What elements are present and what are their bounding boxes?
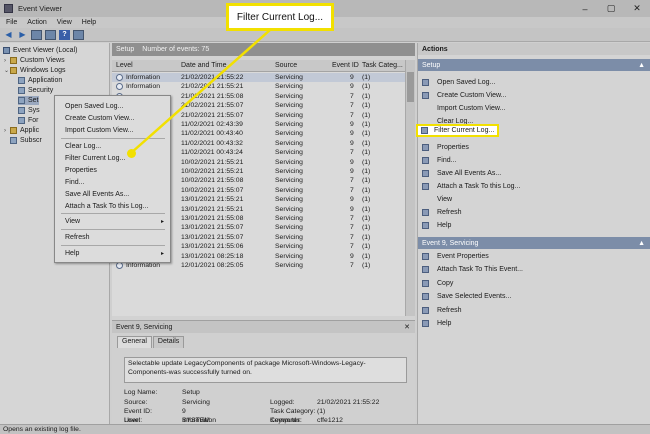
callout-label: Filter Current Log... <box>226 3 334 31</box>
callout-pointer-line <box>130 29 271 154</box>
filter-icon <box>421 127 428 134</box>
event-viewer-window: Event Viewer – ▢ ✕ File Action View Help… <box>0 0 650 434</box>
filter-current-log-highlight[interactable]: Filter Current Log... <box>416 124 499 137</box>
filter-current-log-label: Filter Current Log... <box>434 127 495 134</box>
callout-dot <box>127 149 136 158</box>
